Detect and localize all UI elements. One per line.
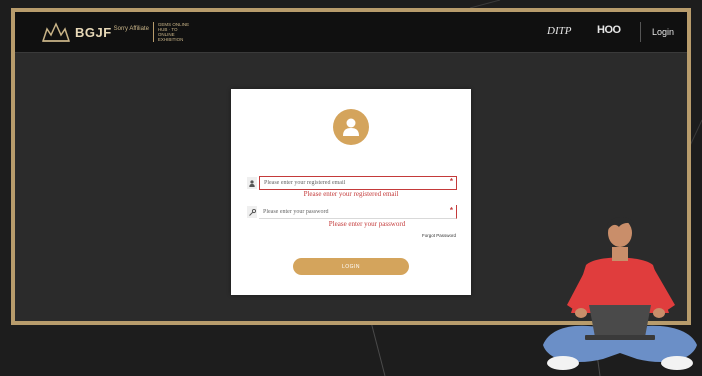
key-icon	[247, 206, 257, 218]
email-input[interactable]	[259, 176, 457, 190]
forgot-password-link[interactable]: Forgot Password	[422, 233, 456, 238]
email-field-row: *	[247, 176, 457, 190]
partner-logo: HOO	[597, 24, 621, 36]
person-with-laptop-illustration	[543, 216, 697, 370]
user-avatar-icon	[333, 109, 369, 145]
login-card: * Please enter your registered email * P…	[231, 89, 471, 295]
user-icon	[343, 118, 359, 136]
ditp-logo: DITP	[547, 25, 572, 37]
password-error-message: Please enter your password	[328, 220, 406, 228]
password-field-row: *	[247, 205, 457, 219]
logo-divider	[152, 22, 154, 42]
password-input[interactable]	[259, 205, 457, 219]
bgjf-logo[interactable]: BGJF Sorry Affiliate GEMS ONLINE HUB · T…	[41, 21, 192, 43]
logo-text: BGJF	[75, 24, 112, 40]
password-error-mark: *	[449, 206, 453, 215]
email-error-message: Please enter your registered email	[303, 190, 399, 198]
crown-logo-icon	[41, 22, 71, 42]
user-small-icon	[247, 177, 257, 189]
header-divider	[640, 22, 641, 42]
top-header: BGJF Sorry Affiliate GEMS ONLINE HUB · T…	[15, 12, 687, 53]
email-error-mark: *	[449, 177, 453, 186]
logo-subtitle: GEMS ONLINE HUB · TO ONLINE EXHIBITION	[157, 22, 190, 42]
header-login-link[interactable]: Login	[652, 27, 674, 37]
login-button[interactable]: LOGIN	[293, 258, 409, 275]
logo-tagline: Sorry Affiliate	[113, 26, 149, 32]
